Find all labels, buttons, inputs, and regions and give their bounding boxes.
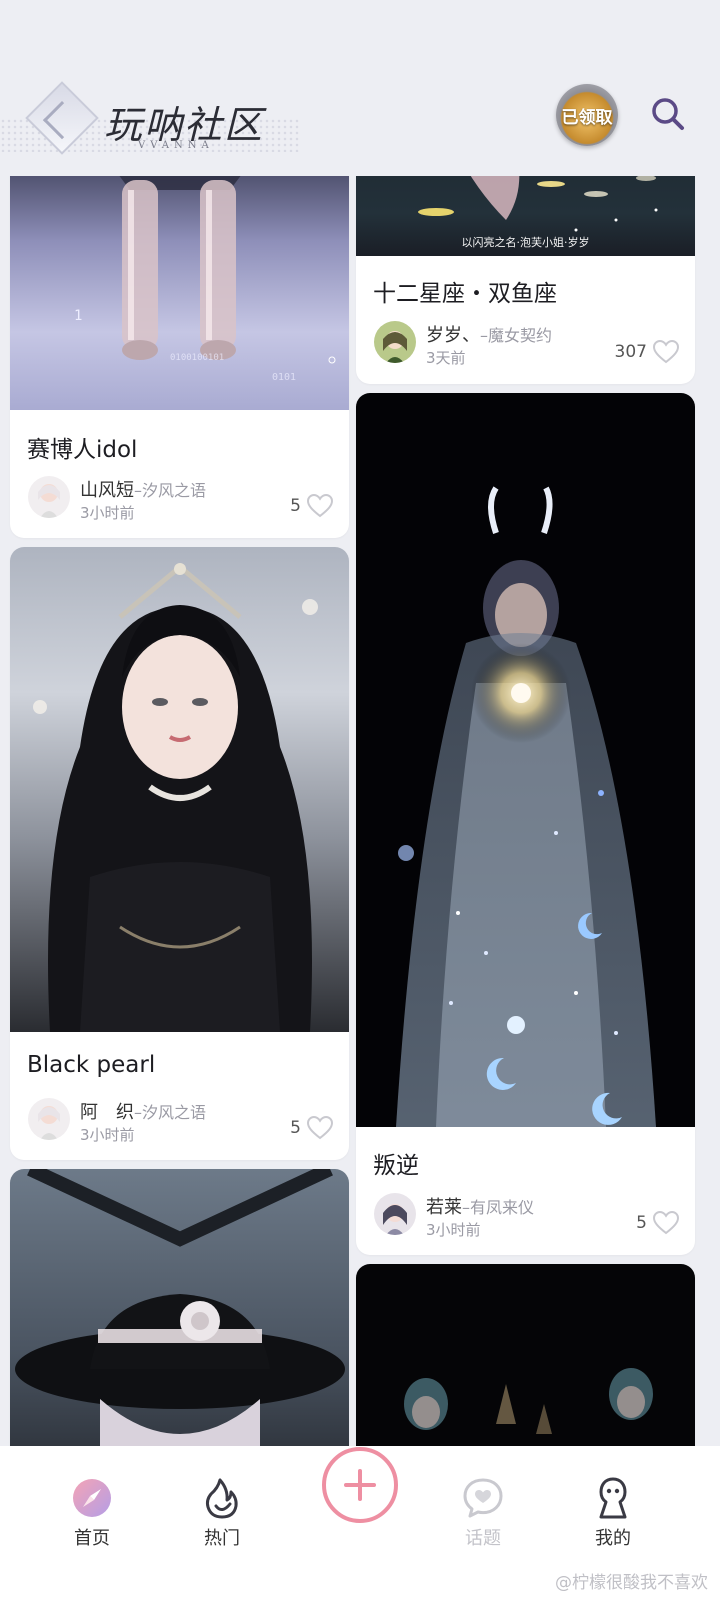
nav-label: 首页 [74,1528,110,1549]
avatar[interactable] [374,1193,416,1235]
search-button[interactable] [648,94,688,134]
svg-text:0101: 0101 [272,372,296,383]
post-title[interactable]: 赛博人idol [27,430,137,464]
svg-text:1: 1 [74,308,82,324]
post-card[interactable]: 以闪亮之名·泡芙小姐·岁岁 十二星座・双鱼座 岁岁、–魔女契约 3天前 307 [356,150,695,384]
post-card[interactable]: 1 0100100101 0101 赛博人idol 山风短–汐风之语 3小时前 … [10,150,349,538]
post-time: 3小时前 [426,1221,481,1239]
author-name[interactable]: 岁岁、 [426,325,480,346]
svg-text:0100100101: 0100100101 [170,353,224,363]
app-root: 1 0100100101 0101 赛博人idol 山风短–汐风之语 3小时前 … [0,0,720,1600]
heart-icon [653,1211,679,1235]
flame-icon [205,1478,238,1519]
author-guild: –汐风之语 [134,481,207,500]
heart-icon [307,1116,333,1140]
avatar-image [28,1098,70,1140]
post-title[interactable]: 叛逆 [373,1146,419,1180]
like-count: 5 [290,1118,301,1138]
author-name[interactable]: 若莱 [426,1197,462,1218]
app-header: 玩呐社区 VVANNA 已领取 [0,0,720,176]
like-button[interactable]: 5 [636,1211,679,1235]
search-icon [652,98,684,130]
author-name[interactable]: 阿 织 [80,1102,134,1123]
author-line: 阿 织–汐风之语 [80,1098,206,1124]
like-button[interactable]: 5 [290,1116,333,1140]
post-time: 3小时前 [80,1126,135,1144]
post-time: 3天前 [426,349,466,367]
post-time: 3小时前 [80,504,135,522]
avatar-image [28,476,70,518]
author-guild: –有凤来仪 [462,1198,535,1217]
author-line: 山风短–汐风之语 [80,476,206,502]
nav-hot[interactable]: 热门 [177,1476,267,1550]
post-title[interactable]: 十二星座・双鱼座 [373,274,557,308]
author-guild: –汐风之语 [134,1103,207,1122]
author-name[interactable]: 山风短 [80,480,134,501]
like-count: 307 [614,342,647,362]
like-button[interactable]: 5 [290,494,333,518]
post-card[interactable]: 叛逆 若莱–有凤来仪 3小时前 5 [356,393,695,1255]
post-card[interactable]: Black pearl 阿 织–汐风之语 3小时前 5 [10,547,349,1160]
black-hat-illustration [15,1169,345,1469]
cyber-idol-illustration: 1 0100100101 0101 [74,150,336,383]
post-title[interactable]: Black pearl [27,1052,155,1078]
create-post-button[interactable] [322,1447,398,1523]
nav-label: 热门 [204,1528,240,1549]
nav-profile[interactable]: 我的 [568,1476,658,1550]
like-count: 5 [636,1213,647,1233]
image-caption: 以闪亮之名·泡芙小姐·岁岁 [461,236,590,249]
app-subtitle: VVANNA [138,140,214,151]
nav-label: 我的 [595,1528,631,1549]
black-pearl-illustration [33,563,318,1032]
post-image[interactable] [10,1169,349,1469]
post-card[interactable] [10,1169,349,1469]
like-button[interactable]: 307 [615,340,679,364]
nav-home[interactable]: 首页 [47,1476,137,1550]
avatar-image [374,1193,416,1235]
post-image[interactable]: 1 0100100101 0101 [10,150,349,410]
avatar[interactable] [374,321,416,363]
avatar[interactable] [28,476,70,518]
rebel-illustration [396,486,656,1127]
heart-icon [307,494,333,518]
like-count: 5 [290,496,301,516]
author-line: 岁岁、–魔女契约 [426,321,552,347]
author-line: 若莱–有凤来仪 [426,1193,534,1219]
author-guild: –魔女契约 [480,326,553,345]
claimed-label: 已领取 [561,107,613,128]
avatar-image [374,321,416,363]
nav-topics[interactable]: 话题 [438,1476,528,1550]
compass-icon [73,1479,111,1517]
nav-label: 话题 [465,1528,501,1549]
watermark: @柠檬很酸我不喜欢 [555,1573,708,1593]
chat-heart-icon [463,1478,503,1518]
profile-icon [599,1477,627,1519]
claimed-reward-button[interactable]: 已领取 [556,84,618,146]
post-image[interactable] [10,547,349,1032]
plus-icon [344,1469,376,1501]
post-image[interactable] [356,393,695,1127]
avatar[interactable] [28,1098,70,1140]
heart-icon [653,340,679,364]
